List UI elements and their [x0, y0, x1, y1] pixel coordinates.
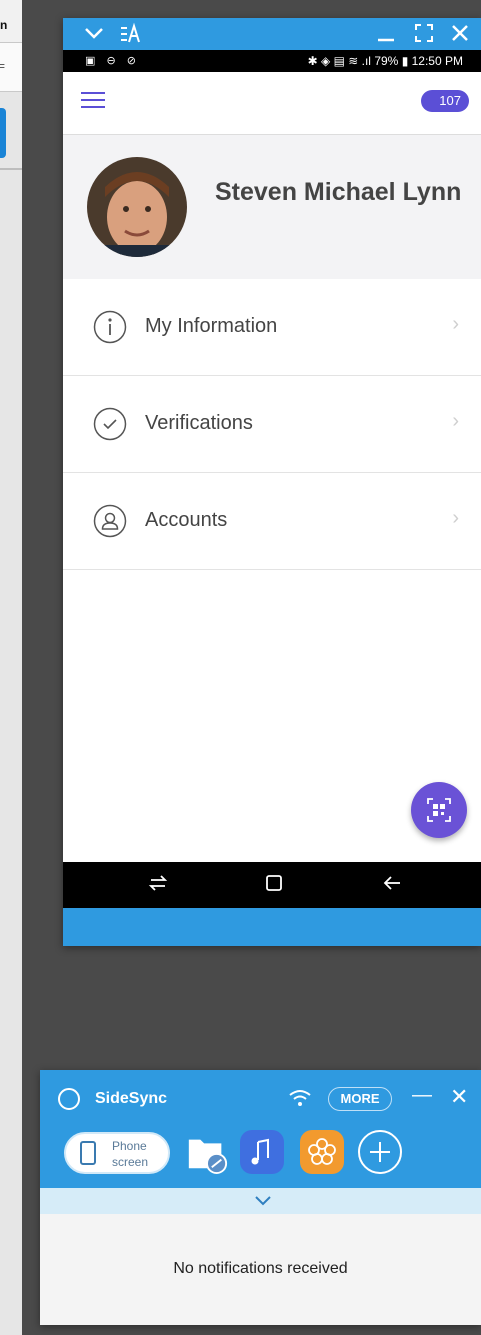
qr-code-icon — [427, 798, 451, 822]
points-badge-value: 107 — [439, 93, 461, 108]
wifi-icon[interactable] — [288, 1088, 312, 1108]
minimize-icon[interactable]: — — [412, 1084, 432, 1107]
empty-notifications-message: No notifications received — [173, 1260, 348, 1277]
avatar[interactable] — [87, 157, 187, 257]
chevron-down-icon[interactable] — [83, 22, 105, 44]
info-icon — [93, 310, 127, 344]
battery-percent: 79% — [374, 54, 399, 68]
app-screen: 107 Steven Michael Lynn My Information ›… — [63, 72, 481, 862]
menu-item-label: Verifications — [145, 412, 253, 434]
resize-icon[interactable] — [119, 22, 143, 46]
android-nav-bar — [63, 862, 481, 908]
battery-icon: ▮ — [401, 54, 412, 68]
menu-item-label: My Information — [145, 315, 278, 337]
chevron-right-icon: › — [452, 313, 459, 335]
phone-screen-button[interactable]: Phone screen — [64, 1132, 170, 1174]
background-window-header: n — [0, 0, 22, 43]
profile-name: Steven Michael Lynn — [215, 178, 462, 206]
phone-screen-label-line2: screen — [112, 1155, 149, 1169]
expand-notifications-bar[interactable] — [40, 1188, 481, 1214]
sidesync-header: SideSync MORE — ✕ Phone screen — [40, 1070, 481, 1188]
flower-icon — [308, 1138, 336, 1165]
add-app-button[interactable] — [358, 1130, 402, 1174]
background-window-toolbar-text: = — [0, 59, 6, 73]
background-window-toolbar: = — [0, 43, 22, 92]
phone-window-titlebar[interactable] — [63, 18, 481, 50]
profile-header: Steven Michael Lynn — [63, 135, 481, 279]
music-note-icon — [251, 1138, 269, 1165]
more-button[interactable]: MORE — [328, 1087, 392, 1111]
app-bar: 107 — [63, 72, 481, 135]
file-transfer-icon[interactable] — [184, 1130, 230, 1174]
hamburger-menu-icon[interactable] — [81, 92, 105, 108]
status-time: 12:50 PM — [411, 54, 463, 68]
signal-icons: ✱ ◈ ▤ ≋ .ıl — [307, 54, 375, 68]
music-icon[interactable] — [240, 1130, 284, 1174]
phone-screen-label: Phone screen — [112, 1138, 148, 1170]
phone-icon — [80, 1141, 96, 1165]
chevron-right-icon: › — [452, 507, 459, 529]
check-icon — [93, 407, 127, 441]
sidesync-title: SideSync — [95, 1090, 168, 1107]
menu-item-label: Accounts — [145, 509, 228, 531]
close-icon[interactable]: ✕ — [450, 1084, 468, 1110]
points-badge[interactable]: 107 — [421, 90, 469, 112]
status-notification-icons: ▣ ⊖ ⊘ — [85, 55, 140, 67]
close-icon[interactable] — [449, 22, 471, 44]
minimize-icon[interactable] — [375, 22, 397, 44]
menu-item-my-information[interactable]: My Information › — [63, 279, 481, 376]
background-window-divider — [0, 168, 22, 170]
home-icon[interactable] — [263, 872, 285, 894]
qr-scan-button[interactable] — [411, 782, 467, 838]
sidesync-panel: SideSync MORE — ✕ Phone screen No notifi… — [40, 1070, 481, 1325]
menu-list: My Information › Verifications › Account… — [63, 279, 481, 570]
status-bar: ▣ ⊖ ⊘ ✱ ◈ ▤ ≋ .ıl 79% ▮ 12:50 PM — [63, 50, 481, 72]
sidesync-logo-icon — [58, 1088, 80, 1110]
recents-icon[interactable] — [147, 872, 169, 894]
menu-item-verifications[interactable]: Verifications › — [63, 376, 481, 473]
phone-window-footer — [63, 908, 481, 946]
fullscreen-icon[interactable] — [413, 22, 435, 44]
background-window: n = — [0, 0, 22, 1335]
background-window-button[interactable] — [0, 108, 6, 158]
status-right: ✱ ◈ ▤ ≋ .ıl 79% ▮ 12:50 PM — [308, 54, 463, 68]
background-window-title: n — [0, 18, 8, 32]
back-icon[interactable] — [381, 872, 403, 894]
chevron-right-icon: › — [452, 410, 459, 432]
menu-item-accounts[interactable]: Accounts › — [63, 473, 481, 570]
phone-mirror-window: ▣ ⊖ ⊘ ✱ ◈ ▤ ≋ .ıl 79% ▮ 12:50 PM 107 Ste… — [63, 18, 481, 946]
chevron-down-icon[interactable] — [254, 1194, 272, 1208]
user-icon — [93, 504, 127, 538]
gallery-icon[interactable] — [300, 1130, 344, 1174]
phone-screen-label-line1: Phone — [112, 1139, 147, 1153]
